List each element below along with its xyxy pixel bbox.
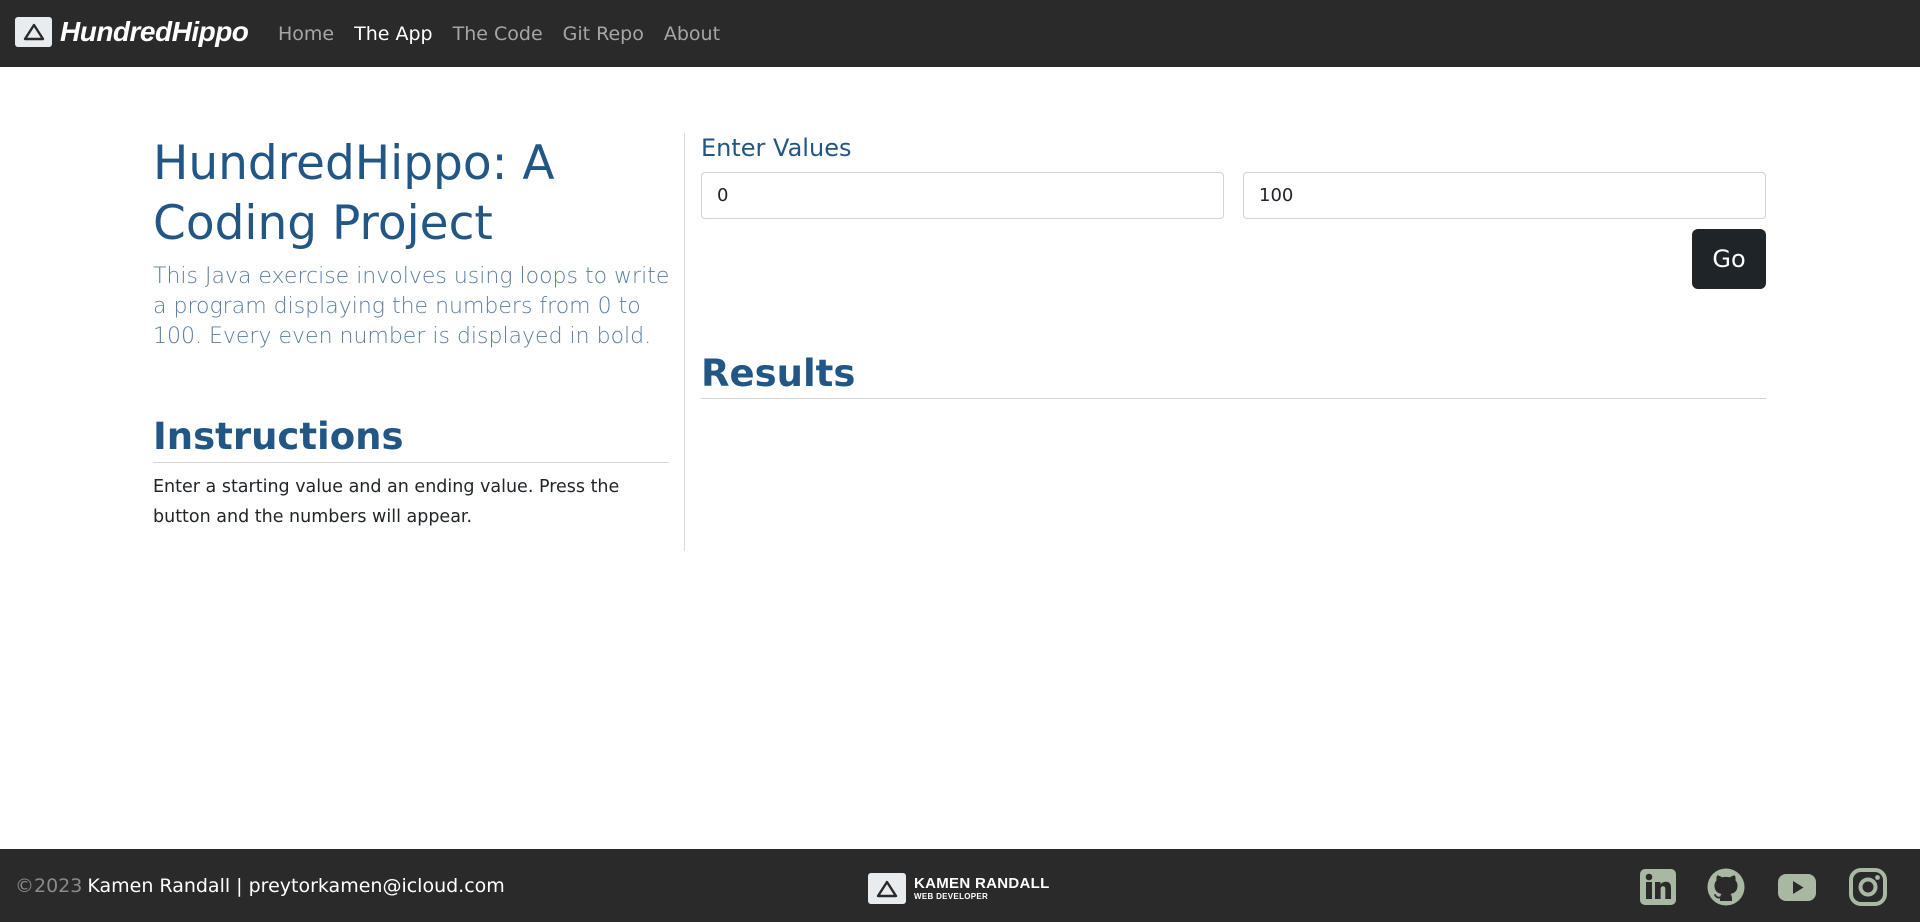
brand-link[interactable]: HundredHippo <box>15 15 249 49</box>
youtube-icon[interactable] <box>1777 867 1817 907</box>
footer-logo-icon <box>868 873 906 904</box>
footer: ©2023 Kamen Randall | preytorkamen@iclou… <box>0 849 1920 922</box>
instagram-icon[interactable] <box>1848 867 1888 907</box>
nav-link-home[interactable]: Home <box>278 23 334 45</box>
nav-link-the-code[interactable]: The Code <box>453 23 543 45</box>
instructions-heading: Instructions <box>153 412 669 463</box>
linkedin-icon[interactable] <box>1638 867 1678 907</box>
page-title: HundredHippo: A Coding Project <box>153 136 555 251</box>
results-heading: Results <box>701 350 1766 399</box>
footer-logo-subtitle: WEB DEVELOPER <box>914 891 989 901</box>
brand-name: HundredHippo <box>60 16 249 47</box>
nav-link-git-repo[interactable]: Git Repo <box>563 23 644 45</box>
end-value-input[interactable] <box>1243 172 1766 219</box>
enter-values-label: Enter Values <box>701 134 852 162</box>
nav-link-about[interactable]: About <box>664 23 720 45</box>
go-button[interactable]: Go <box>1692 229 1766 289</box>
start-value-input[interactable] <box>701 172 1224 219</box>
column-divider <box>684 133 685 551</box>
instructions-text: Enter a starting value and an ending val… <box>153 477 620 527</box>
footer-logo: KAMEN RANDALL WEB DEVELOPER <box>868 873 1050 904</box>
nav-link-the-app[interactable]: The App <box>354 23 433 45</box>
footer-copyright: ©2023 Kamen Randall | preytorkamen@iclou… <box>15 849 505 922</box>
intro-lead: This Java exercise involves using loops … <box>153 264 670 349</box>
navbar: HundredHippo Home The App The Code Git R… <box>0 0 1920 67</box>
brand-logo-icon <box>15 17 52 47</box>
footer-logo-name: KAMEN RANDALL <box>914 874 1050 892</box>
github-icon[interactable] <box>1706 867 1746 907</box>
nav-links: Home The App The Code Git Repo About <box>278 0 740 67</box>
copyright-year: ©2023 <box>15 874 83 897</box>
contact-text: Kamen Randall | preytorkamen@icloud.com <box>87 874 505 897</box>
